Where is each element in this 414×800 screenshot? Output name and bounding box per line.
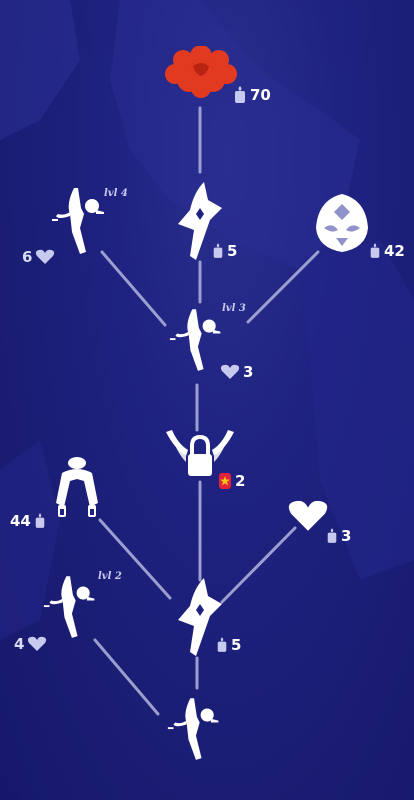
skill-tree-lines <box>93 106 320 716</box>
candle-icon <box>217 637 227 652</box>
heart-icon <box>28 636 47 651</box>
emote-lvl4-level: lvl 4 <box>104 188 128 199</box>
emote-lvl3-node[interactable] <box>168 305 226 377</box>
spark-top-cost-value: 5 <box>227 242 238 260</box>
emote-lvl3-cost-value: 3 <box>243 363 254 381</box>
wing-lock-cost-value: 2 <box>235 472 246 490</box>
candle-icon <box>370 243 380 258</box>
red-cape-icon <box>165 46 237 98</box>
emote-lvl2-cost-value: 4 <box>14 635 25 653</box>
emote-lvl2-cost: 4 <box>14 635 47 653</box>
cape-cost-value: 70 <box>250 86 271 104</box>
emote-lvl3-cost: 3 <box>220 363 253 381</box>
cape-node[interactable] <box>163 46 239 98</box>
emote-lvl2-node[interactable] <box>42 572 100 644</box>
spark-bottom-cost-value: 5 <box>231 636 242 654</box>
wing-lock-cost: 2 <box>218 472 245 490</box>
mask-cost-value: 42 <box>384 242 405 260</box>
hairstyle-icon <box>56 457 98 517</box>
heart-gift-icon <box>288 500 328 531</box>
emote-base-node[interactable] <box>166 694 224 766</box>
heart-node[interactable] <box>287 498 329 534</box>
candle-icon <box>235 86 245 103</box>
mask-node[interactable] <box>314 192 370 254</box>
candle-icon <box>213 243 223 258</box>
emote-pose-icon <box>169 309 221 371</box>
heart-icon <box>220 364 240 379</box>
emote-lvl4-node[interactable] <box>48 186 110 258</box>
emote-pose-icon <box>43 576 95 638</box>
spark-bottom-cost: 5 <box>216 636 241 654</box>
hair-cost: 44 <box>10 512 46 530</box>
mask-cost: 42 <box>369 242 405 260</box>
heart-icon <box>36 249 55 264</box>
emote-lvl2-level: lvl 2 <box>98 571 122 582</box>
candle-icon <box>35 513 45 528</box>
emote-lvl4-cost: 6 <box>22 248 55 266</box>
hair-cost-value: 44 <box>10 512 31 530</box>
emote-pose-icon <box>52 188 104 254</box>
emote-lvl4-cost-value: 6 <box>22 248 33 266</box>
spark-top-cost: 5 <box>212 242 237 260</box>
cape-cost: 70 <box>233 86 271 104</box>
emote-lvl3-level: lvl 3 <box>222 303 246 314</box>
hair-node[interactable] <box>54 455 100 521</box>
heart-cost: 3 <box>326 527 351 545</box>
emote-pose-icon <box>167 698 219 760</box>
heart-cost-value: 3 <box>341 527 352 545</box>
mask-icon <box>316 194 368 252</box>
season-ticket-icon <box>219 473 231 489</box>
candle-icon <box>327 528 337 543</box>
